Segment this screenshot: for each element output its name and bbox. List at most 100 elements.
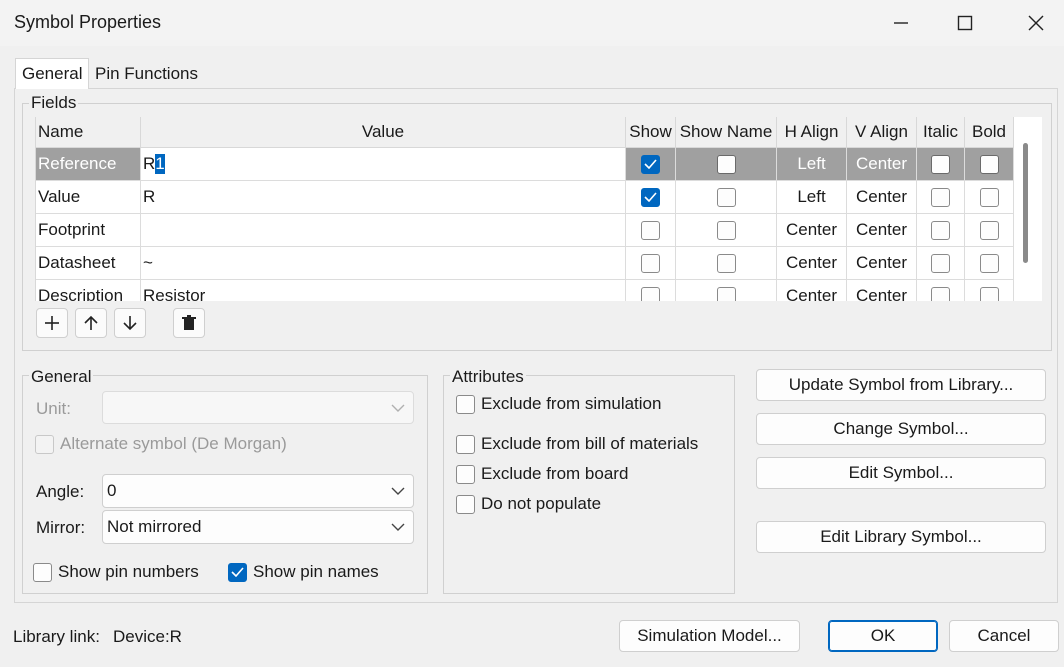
field-value-cell[interactable]: ~ — [141, 247, 626, 280]
h-align-cell[interactable]: Center — [777, 247, 847, 280]
show-cell[interactable] — [626, 148, 676, 181]
edit-symbol-button[interactable]: Edit Symbol... — [756, 457, 1046, 489]
h-align-cell[interactable]: Left — [777, 181, 847, 214]
v-align-cell[interactable]: Center — [847, 148, 917, 181]
column-header-h-align[interactable]: H Align — [777, 117, 847, 148]
column-header-name[interactable]: Name — [36, 117, 141, 148]
show-name-checkbox[interactable] — [716, 187, 736, 207]
show-name-cell[interactable] — [676, 148, 777, 181]
field-name-cell[interactable]: Reference — [36, 148, 141, 181]
show-pin-numbers-checkbox[interactable]: Show pin numbers — [33, 562, 199, 582]
show-cell[interactable] — [626, 247, 676, 280]
field-value-cell[interactable]: Resistor — [141, 280, 626, 301]
maximize-button[interactable] — [934, 0, 996, 46]
minimize-button[interactable] — [870, 0, 932, 46]
show-name-checkbox[interactable] — [716, 253, 736, 273]
move-up-button[interactable] — [75, 308, 107, 338]
italic-cell[interactable] — [917, 148, 965, 181]
show-name-cell[interactable] — [676, 181, 777, 214]
h-align-cell[interactable]: Center — [777, 280, 847, 301]
do-not-populate-checkbox[interactable]: Do not populate — [456, 494, 601, 514]
field-name-cell[interactable]: Value — [36, 181, 141, 214]
cancel-button[interactable]: Cancel — [949, 620, 1059, 652]
italic-checkbox[interactable] — [931, 154, 950, 174]
show-cell[interactable] — [626, 214, 676, 247]
show-name-cell[interactable] — [676, 214, 777, 247]
v-align-cell[interactable]: Center — [847, 280, 917, 301]
tab-general[interactable]: General — [15, 58, 90, 89]
bold-cell[interactable] — [965, 247, 1014, 280]
update-symbol-button[interactable]: Update Symbol from Library... — [756, 369, 1046, 401]
italic-cell[interactable] — [917, 181, 965, 214]
close-button[interactable] — [1005, 0, 1064, 46]
table-row[interactable]: Datasheet ~ Center Center — [36, 247, 1014, 280]
column-header-bold[interactable]: Bold — [965, 117, 1014, 148]
h-align-cell[interactable]: Left — [777, 148, 847, 181]
field-value-cell[interactable]: R — [141, 181, 626, 214]
show-pin-names-checkbox[interactable]: Show pin names — [228, 562, 379, 582]
show-name-checkbox[interactable] — [716, 154, 736, 174]
italic-cell[interactable] — [917, 280, 965, 301]
column-header-italic[interactable]: Italic — [917, 117, 965, 148]
v-align-cell[interactable]: Center — [847, 247, 917, 280]
show-checkbox[interactable] — [641, 187, 660, 207]
v-align-cell[interactable]: Center — [847, 214, 917, 247]
italic-checkbox[interactable] — [931, 187, 950, 207]
bold-cell[interactable] — [965, 280, 1014, 301]
field-name-cell[interactable]: Datasheet — [36, 247, 141, 280]
bold-cell[interactable] — [965, 148, 1014, 181]
ok-button[interactable]: OK — [828, 620, 938, 652]
move-down-button[interactable] — [114, 308, 146, 338]
bold-checkbox[interactable] — [979, 154, 999, 174]
column-header-show-name[interactable]: Show Name — [676, 117, 777, 148]
angle-select[interactable]: 0 — [102, 474, 414, 508]
show-checkbox[interactable] — [641, 286, 660, 301]
table-row[interactable]: Footprint Center Center — [36, 214, 1014, 247]
italic-checkbox[interactable] — [931, 253, 950, 273]
delete-field-button[interactable] — [173, 308, 205, 338]
show-name-checkbox[interactable] — [716, 220, 736, 240]
italic-checkbox[interactable] — [931, 286, 950, 301]
field-name-cell[interactable]: Footprint — [36, 214, 141, 247]
change-symbol-button[interactable]: Change Symbol... — [756, 413, 1046, 445]
simulation-model-button[interactable]: Simulation Model... — [619, 620, 800, 652]
show-cell[interactable] — [626, 280, 676, 301]
alternate-symbol-checkbox[interactable]: Alternate symbol (De Morgan) — [35, 434, 287, 454]
table-row[interactable]: Description Resistor Center Center — [36, 280, 1014, 301]
table-row[interactable]: Reference R1 Left Center — [36, 148, 1014, 181]
bold-checkbox[interactable] — [979, 187, 999, 207]
field-name-cell[interactable]: Description — [36, 280, 141, 301]
show-name-cell[interactable] — [676, 280, 777, 301]
show-name-cell[interactable] — [676, 247, 777, 280]
field-value-cell[interactable] — [141, 214, 626, 247]
column-header-value[interactable]: Value — [141, 117, 626, 148]
italic-checkbox[interactable] — [931, 220, 950, 240]
bold-checkbox[interactable] — [979, 220, 999, 240]
bold-checkbox[interactable] — [979, 253, 999, 273]
show-checkbox[interactable] — [641, 253, 660, 273]
column-header-show[interactable]: Show — [626, 117, 676, 148]
italic-cell[interactable] — [917, 214, 965, 247]
show-checkbox[interactable] — [641, 154, 660, 174]
bold-cell[interactable] — [965, 181, 1014, 214]
v-align-cell[interactable]: Center — [847, 181, 917, 214]
add-field-button[interactable] — [36, 308, 68, 338]
italic-cell[interactable] — [917, 247, 965, 280]
field-value-editor[interactable]: R1 — [141, 148, 626, 181]
exclude-simulation-checkbox[interactable]: Exclude from simulation — [456, 394, 661, 414]
grid-scrollbar[interactable] — [1023, 143, 1028, 263]
exclude-board-checkbox[interactable]: Exclude from board — [456, 464, 628, 484]
show-name-checkbox[interactable] — [716, 286, 736, 301]
bold-cell[interactable] — [965, 214, 1014, 247]
show-checkbox[interactable] — [641, 220, 660, 240]
exclude-bom-checkbox[interactable]: Exclude from bill of materials — [456, 434, 698, 454]
edit-library-symbol-button[interactable]: Edit Library Symbol... — [756, 521, 1046, 553]
unit-select[interactable] — [102, 391, 414, 424]
column-header-v-align[interactable]: V Align — [847, 117, 917, 148]
h-align-cell[interactable]: Center — [777, 214, 847, 247]
tab-pin-functions[interactable]: Pin Functions — [89, 60, 204, 88]
show-cell[interactable] — [626, 181, 676, 214]
bold-checkbox[interactable] — [979, 286, 999, 301]
mirror-select[interactable]: Not mirrored — [102, 510, 414, 544]
table-row[interactable]: Value R Left Center — [36, 181, 1014, 214]
